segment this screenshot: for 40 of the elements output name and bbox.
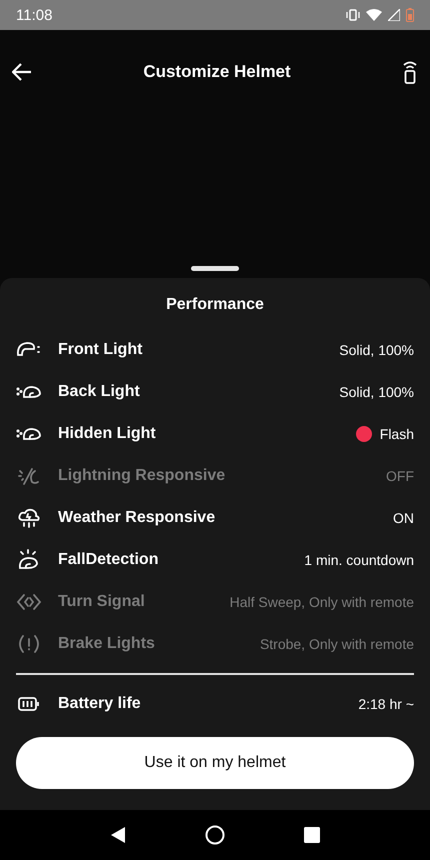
setting-label: Hidden Light xyxy=(58,425,156,443)
status-time: 11:08 xyxy=(16,6,52,24)
setting-value: 2:18 hr ~ xyxy=(358,696,414,712)
signal-icon xyxy=(388,9,400,21)
cloud-rain-icon xyxy=(16,507,42,529)
setting-value: Solid, 100% xyxy=(339,342,414,358)
setting-value: OFF xyxy=(386,468,414,484)
setting-label: FallDetection xyxy=(58,551,158,569)
drag-handle[interactable] xyxy=(191,266,239,271)
setting-row[interactable]: FallDetection 1 min. countdown xyxy=(16,539,414,581)
battery-icon xyxy=(406,8,414,22)
setting-label: Turn Signal xyxy=(58,593,145,611)
setting-label: Back Light xyxy=(58,383,140,401)
setting-label: Front Light xyxy=(58,341,142,359)
setting-label: Battery life xyxy=(58,695,141,713)
setting-value: Solid, 100% xyxy=(339,384,414,400)
setting-row[interactable]: Back Light Solid, 100% xyxy=(16,371,414,413)
setting-label: Lightning Responsive xyxy=(58,467,226,485)
wifi-icon xyxy=(366,9,382,21)
back-arrow-icon[interactable] xyxy=(12,63,32,81)
setting-value: Flash xyxy=(380,426,414,442)
lightning-icon xyxy=(16,465,42,487)
setting-row[interactable]: Weather Responsive ON xyxy=(16,497,414,539)
setting-value: Strobe, Only with remote xyxy=(260,636,414,652)
use-on-helmet-button[interactable]: Use it on my helmet xyxy=(16,737,414,789)
setting-value: Half Sweep, Only with remote xyxy=(230,594,414,610)
turn-signal-icon xyxy=(16,591,42,613)
home-icon[interactable] xyxy=(204,825,225,845)
setting-value: ON xyxy=(393,510,414,526)
setting-row[interactable]: Front Light Solid, 100% xyxy=(16,329,414,371)
setting-label: Weather Responsive xyxy=(58,509,216,527)
remote-icon[interactable] xyxy=(402,60,418,84)
recents-icon[interactable] xyxy=(304,827,320,843)
vibrate-icon xyxy=(346,9,360,21)
section-title: Performance xyxy=(165,296,265,314)
setting-value: 1 min. countdown xyxy=(304,552,414,568)
screen-title: Customize Helmet xyxy=(143,62,291,82)
setting-row[interactable]: Hidden Light Flash xyxy=(16,413,414,455)
setting-label: Brake Lights xyxy=(58,635,155,653)
back-icon[interactable] xyxy=(110,826,126,844)
